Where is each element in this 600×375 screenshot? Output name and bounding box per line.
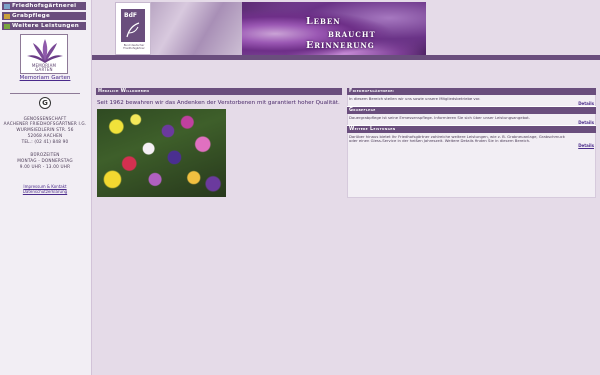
header-bar <box>92 55 600 60</box>
bdf-logo: BdF <box>121 9 145 42</box>
nav-label: Weitere Leistungen <box>12 23 80 29</box>
nav-friedhofsgaertnerei[interactable]: Friedhofsgärtnerei <box>2 2 86 10</box>
nav-label: Grabpflege <box>12 13 51 19</box>
hours-time: 9.00 Uhr - 13.00 Uhr <box>19 164 71 169</box>
memoriam-garten-logo[interactable]: MEMORIAM GARTEN <box>20 34 68 74</box>
header-photo-left <box>151 2 242 55</box>
panel-heading-friedhofsgaertnerei: Friedhofsgärtnerei <box>347 88 596 95</box>
nav-weitere-leistungen[interactable]: Weitere Leistungen <box>2 22 86 30</box>
info-panel <box>347 88 596 198</box>
slogan-line: Leben <box>306 16 341 27</box>
panel-text: oder einen Giess-Service in der heißen J… <box>349 138 531 143</box>
address-line: 52068 Aachen <box>27 133 63 138</box>
datenschutz-link[interactable]: Datenschutzerklärung <box>0 189 90 194</box>
panel-heading-grabpflege: Grabpflege <box>347 107 596 114</box>
sidebar: Friedhofsgärtnerei Grabpflege Weitere Le… <box>0 0 92 375</box>
genossenschaft-logo: G <box>39 97 51 109</box>
nav-bullet-icon <box>4 23 10 29</box>
hours-days: Montag - Donnerstag <box>17 158 73 163</box>
panel-heading-weitere-leistungen: Weitere Leistungen <box>347 126 596 133</box>
nav-grabpflege[interactable]: Grabpflege <box>2 12 86 20</box>
bdf-logo-box: BdF Bund deutscher Friedhofsgärtner <box>115 2 151 55</box>
bdf-subtitle: Bund deutscher Friedhofsgärtner <box>123 44 145 51</box>
nav-bullet-icon <box>4 3 10 9</box>
memoriam-garten-link[interactable]: Memoriam Garten <box>0 75 90 81</box>
header-banner-photo: Leben braucht Erinnerung <box>242 2 426 55</box>
sidebar-divider <box>10 93 80 94</box>
bdf-emblem-icon <box>126 22 140 38</box>
address-line: Aachener Friedhofsgärtner i.G. <box>3 121 87 126</box>
flower-photo <box>97 109 226 197</box>
panel-text: Dauergrabpflege ist seine Ermessenspfleg… <box>349 115 531 120</box>
address-line: Wurmsiedlerin Str. 56 <box>16 127 74 132</box>
memoriam-logo-text: GARTEN <box>35 67 53 72</box>
details-link[interactable]: Details <box>578 143 594 148</box>
flower-icon <box>27 39 63 63</box>
welcome-text: Seit 1962 bewahren wir das Andenken der … <box>97 100 340 106</box>
nav-label: Friedhofsgärtnerei <box>12 3 77 9</box>
slogan-line: braucht <box>328 29 376 40</box>
slogan-line: Erinnerung <box>306 40 375 51</box>
hours-title: Bürozeiten <box>30 152 60 157</box>
nav-bullet-icon <box>4 13 10 19</box>
welcome-heading: Herzlich Willkommen <box>96 88 342 95</box>
phone-number: Tel.: (02 41) 848 90 <box>21 139 69 144</box>
panel-text: In diesem Bereich stellen wir uns sowie … <box>349 96 481 101</box>
